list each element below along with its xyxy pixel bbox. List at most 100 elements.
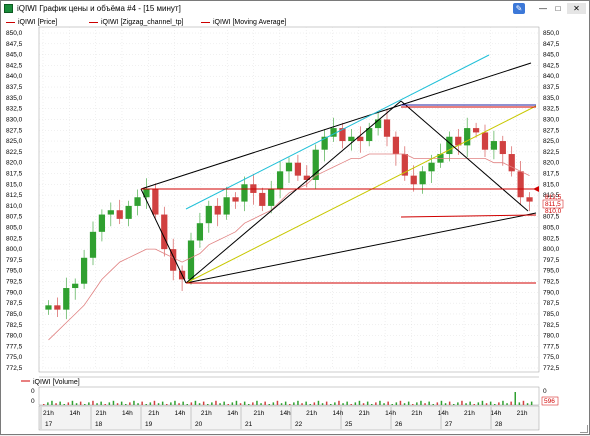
candle-body <box>232 197 239 202</box>
price-tick-right: 822,5 <box>543 149 560 156</box>
volume-bar <box>231 402 234 405</box>
volume-bar <box>289 404 291 405</box>
candle-body <box>205 205 212 224</box>
price-tick-left: 820,0 <box>6 160 23 167</box>
price-marker-c: 810,0 <box>545 208 562 215</box>
volume-bar <box>129 402 131 405</box>
candle-body <box>481 132 489 150</box>
time-tick-hour: 14h <box>69 410 80 417</box>
price-tick-right: 827,5 <box>543 127 560 134</box>
price-tick-right: 772,5 <box>543 365 560 372</box>
volume-bar <box>79 401 82 405</box>
time-tick-hour: 21h <box>43 410 54 417</box>
candle-body <box>196 223 204 241</box>
volume-bar <box>145 404 147 405</box>
volume-bar <box>178 403 180 405</box>
volume-bar <box>215 400 217 405</box>
volume-bar <box>526 403 529 405</box>
candle-body <box>125 205 132 219</box>
volume-bar <box>112 400 115 405</box>
price-tick-left: 840,0 <box>6 73 23 80</box>
volume-bar <box>293 402 295 405</box>
volume-bar <box>227 404 229 405</box>
volume-bar <box>43 404 45 405</box>
volume-bar <box>198 403 201 405</box>
candle-body <box>116 210 123 219</box>
volume-bar <box>202 401 205 405</box>
price-tick-right: 797,5 <box>543 257 560 264</box>
candle-body <box>223 197 230 215</box>
time-tick-day: 22 <box>295 421 303 428</box>
volume-bar <box>276 400 279 405</box>
volume-bar <box>305 401 307 405</box>
candle-body <box>161 214 168 250</box>
volume-bar <box>243 401 246 405</box>
volume-bar <box>317 400 320 405</box>
volume-tick-bottom: 0 <box>31 398 35 405</box>
price-tick-right: 792,5 <box>543 279 560 286</box>
volume-legend-label: iQIWI [Volume] <box>33 379 80 386</box>
volume-bar <box>424 403 426 405</box>
candle-body <box>508 154 515 172</box>
candle-body <box>276 171 284 189</box>
volume-bar <box>84 404 86 405</box>
price-tick-left: 790,0 <box>6 289 23 296</box>
volume-bar <box>465 403 467 405</box>
volume-bar <box>166 404 168 405</box>
volume-bar <box>321 403 324 405</box>
candle-body <box>98 214 106 232</box>
resize-grip[interactable] <box>580 425 588 433</box>
time-tick-hour: 14h <box>122 410 133 417</box>
price-tick-left: 782,5 <box>6 322 23 329</box>
candle-body <box>348 136 355 142</box>
volume-bar <box>334 402 336 405</box>
time-tick-hour: 14h <box>227 410 238 417</box>
volume-bar <box>71 400 74 405</box>
price-tick-left: 810,0 <box>6 203 23 210</box>
candle-body <box>268 188 275 206</box>
volume-bar <box>75 403 78 405</box>
price-tick-left: 795,0 <box>6 268 23 275</box>
candle-body <box>134 197 141 206</box>
price-tick-left: 772,5 <box>6 365 23 372</box>
volume-bar <box>502 400 504 405</box>
volume-bar <box>182 401 184 405</box>
price-tick-right: 775,0 <box>543 354 560 361</box>
volume-bar <box>366 401 369 405</box>
price-chart[interactable]: 850,0 850,0 847,5 847,5 845,0 845,0 842,5 842,5… <box>1 1 590 436</box>
price-tick-left: 792,5 <box>6 279 23 286</box>
candle-body <box>241 184 248 202</box>
volume-bar <box>235 400 238 405</box>
candle-body <box>72 283 79 289</box>
price-tick-right: 835,0 <box>543 95 560 102</box>
volume-bar <box>457 402 459 405</box>
volume-bar <box>239 403 242 405</box>
volume-bar <box>403 403 406 405</box>
volume-bar <box>313 402 316 405</box>
candle-body <box>214 205 221 215</box>
volume-bar <box>207 404 209 405</box>
volume-bar <box>63 404 65 405</box>
volume-bar <box>530 401 533 405</box>
volume-bar <box>92 400 94 405</box>
price-tick-right: 817,5 <box>543 170 560 177</box>
candle-body <box>152 188 159 215</box>
price-tick-left: 787,5 <box>6 300 23 307</box>
volume-tick-top: 0 <box>31 388 35 395</box>
volume-bar <box>461 400 463 405</box>
volume-bar <box>297 400 299 405</box>
time-tick-hour: 21h <box>148 410 159 417</box>
volume-bar <box>108 402 111 405</box>
volume-bar <box>219 403 221 405</box>
price-tick-right: 790,0 <box>543 289 560 296</box>
volume-bar <box>395 402 398 405</box>
candle-body <box>410 175 417 185</box>
price-tick-right: 777,5 <box>543 343 560 350</box>
price-tick-left: 822,5 <box>6 149 23 156</box>
candle-body <box>80 257 88 284</box>
price-tick-left: 780,0 <box>6 333 23 340</box>
candle-body <box>187 240 195 280</box>
volume-tick-right: 0 <box>543 388 547 395</box>
price-tick-left: 827,5 <box>6 127 23 134</box>
volume-bar <box>174 400 176 405</box>
